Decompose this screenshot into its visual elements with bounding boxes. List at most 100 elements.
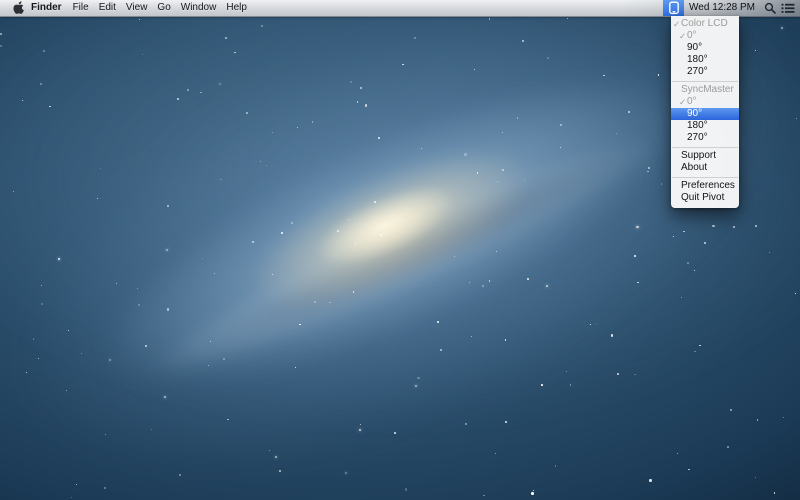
menu-item-90-[interactable]: 90° (671, 42, 739, 54)
menu-item-label: 180° (687, 54, 708, 65)
menu-item-0-: ✓0° (671, 96, 739, 108)
star (272, 274, 274, 276)
star (774, 492, 776, 494)
status-area: Wed 12:28 PM (663, 0, 800, 16)
menu-bar-item-edit[interactable]: Edit (94, 0, 121, 16)
menu-item-label: Preferences (681, 180, 735, 191)
star (683, 231, 685, 233)
star (474, 69, 476, 71)
apple-menu[interactable] (13, 1, 25, 15)
star (795, 293, 796, 294)
pivot-menu-extra[interactable] (663, 0, 684, 16)
star (611, 334, 613, 336)
star (22, 100, 24, 102)
star (350, 81, 352, 83)
star (223, 358, 225, 360)
star (357, 101, 358, 102)
menu-item-support[interactable]: Support (671, 150, 739, 162)
star (281, 232, 283, 234)
star (471, 336, 473, 338)
menu-bar-item-help[interactable]: Help (221, 0, 252, 16)
star (505, 421, 507, 423)
star (647, 171, 649, 173)
menu-separator (672, 147, 738, 148)
star (440, 349, 442, 351)
menu-item-180-[interactable]: 180° (671, 120, 739, 132)
star (496, 251, 498, 253)
star (405, 488, 407, 490)
star (360, 424, 361, 425)
star (517, 117, 518, 118)
star (464, 153, 466, 155)
star (755, 50, 756, 51)
menu-item-label: 0° (687, 96, 697, 107)
star (636, 226, 638, 228)
star (164, 396, 166, 398)
star (297, 127, 298, 128)
menu-item-quit-pivot[interactable]: Quit Pivot (671, 192, 739, 204)
star (634, 374, 636, 376)
star (137, 288, 138, 289)
star (603, 75, 605, 77)
star (648, 167, 650, 169)
menu-bar-item-file[interactable]: File (68, 0, 94, 16)
star (477, 172, 478, 173)
star (527, 278, 529, 280)
menu-bar-item-window[interactable]: Window (176, 0, 222, 16)
star (269, 450, 270, 451)
star (348, 219, 349, 220)
menu-item-label: 90° (687, 108, 702, 119)
menu-bar-item-go[interactable]: Go (152, 0, 175, 16)
menu-bar-clock[interactable]: Wed 12:28 PM (684, 0, 761, 16)
notification-center-button[interactable] (779, 0, 797, 16)
star (360, 87, 362, 89)
star (757, 419, 759, 421)
menu-item-about[interactable]: About (671, 162, 739, 174)
star (469, 282, 470, 283)
apple-icon (13, 1, 25, 15)
menu-item-preferences[interactable]: Preferences (671, 180, 739, 192)
menu-item-270-[interactable]: 270° (671, 66, 739, 78)
star (220, 179, 221, 180)
spotlight-button[interactable] (761, 0, 779, 16)
star (97, 198, 98, 199)
menu-bar-item-finder[interactable]: Finder (26, 0, 68, 16)
star (0, 45, 2, 47)
star (26, 372, 28, 374)
star (497, 181, 498, 182)
menu-separator (672, 81, 738, 82)
rotated-display-icon (668, 1, 680, 15)
star (66, 390, 67, 391)
star (661, 183, 662, 184)
star (704, 242, 706, 244)
star (13, 191, 14, 192)
star (187, 89, 189, 91)
star (415, 385, 417, 387)
star (617, 373, 619, 375)
star (225, 37, 227, 39)
star (353, 291, 354, 292)
menu-item-color-lcd: ✓Color LCD (671, 18, 739, 30)
menu-item-180-[interactable]: 180° (671, 54, 739, 66)
star (312, 121, 314, 123)
galaxy-bright-rim (135, 109, 675, 401)
star (699, 345, 701, 347)
star (483, 495, 485, 497)
star (49, 106, 50, 107)
menu-item-label: 90° (687, 42, 702, 53)
menu-item-90-[interactable]: 90° (671, 108, 739, 120)
menu-item-label: Support (681, 150, 716, 161)
star (634, 255, 636, 257)
menu-bar-item-view[interactable]: View (121, 0, 153, 16)
star (380, 234, 382, 236)
menu-item-label: Quit Pivot (681, 192, 724, 203)
star (246, 112, 248, 114)
menu-item-270-[interactable]: 270° (671, 132, 739, 144)
star (482, 285, 484, 287)
star (41, 285, 42, 286)
star (261, 25, 262, 26)
star (783, 417, 784, 418)
star (374, 201, 376, 203)
star (71, 497, 72, 498)
star (688, 469, 690, 471)
